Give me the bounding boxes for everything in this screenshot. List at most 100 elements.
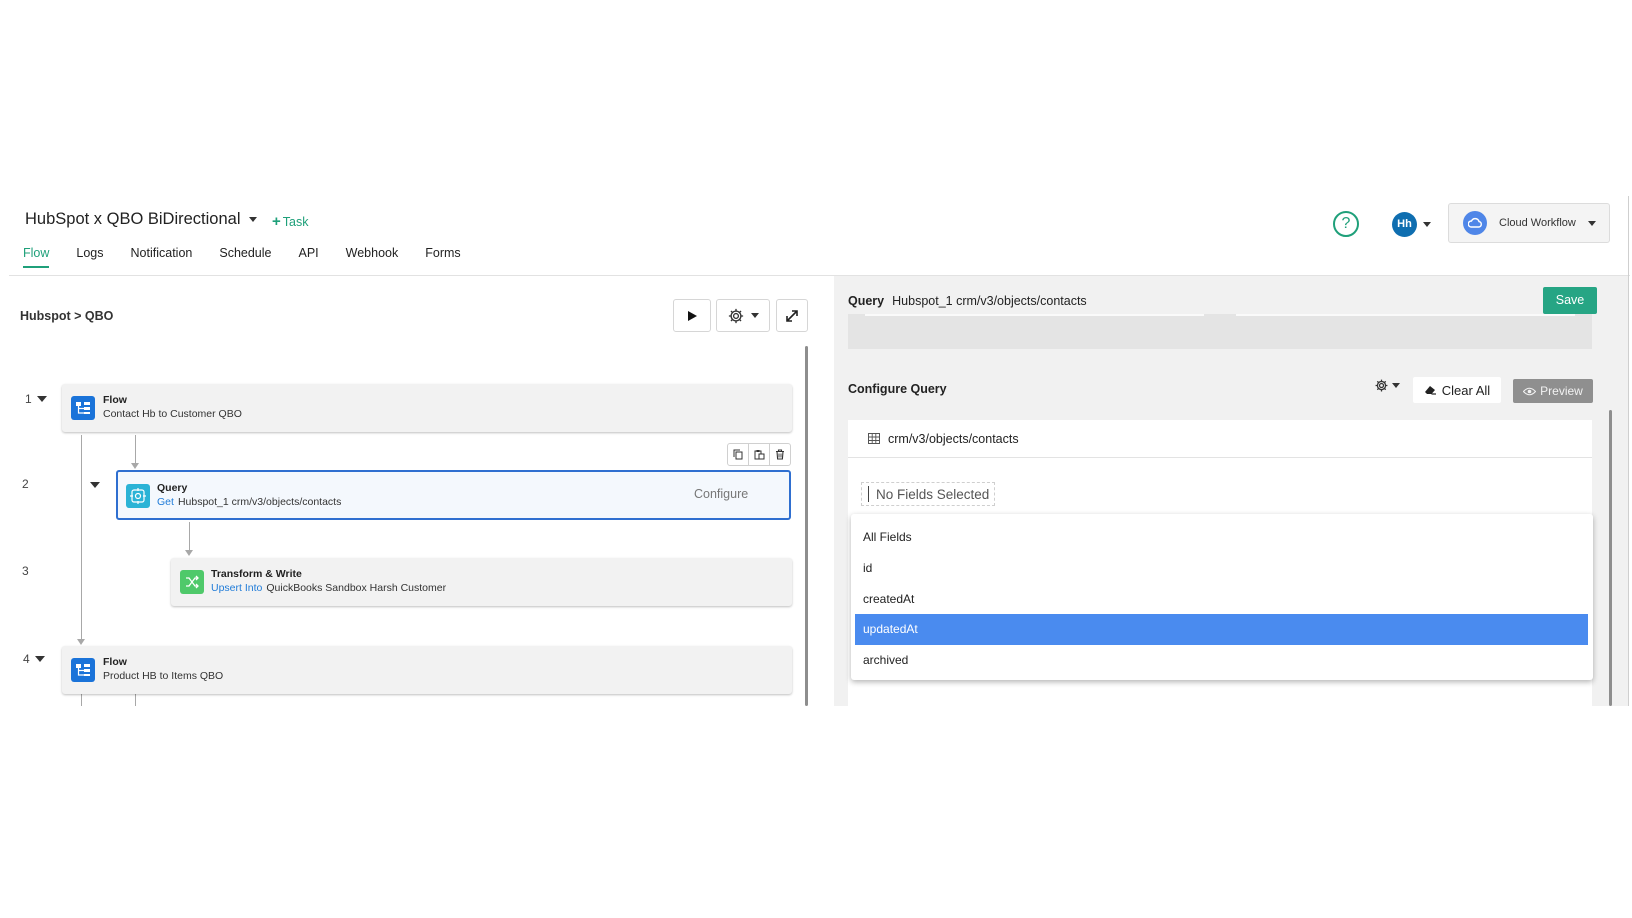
avatar: Hh: [1392, 212, 1417, 237]
collapse-caret-icon[interactable]: [90, 482, 100, 488]
preview-button[interactable]: Preview: [1513, 379, 1593, 403]
step-title: Query: [157, 482, 188, 494]
step-title: Flow: [103, 656, 127, 668]
chevron-down-icon: [1423, 222, 1431, 227]
step-verb: Upsert Into: [211, 582, 263, 594]
panel-path: Hubspot_1 crm/v3/objects/contacts: [892, 294, 1087, 308]
step-verb: Get: [157, 496, 174, 508]
eraser-icon: [1424, 386, 1436, 395]
cloud-icon: [1463, 211, 1487, 235]
user-menu[interactable]: Hh: [1392, 212, 1431, 237]
text-cursor: [868, 486, 869, 502]
tab-notification[interactable]: Notification: [131, 246, 193, 268]
tab-flow[interactable]: Flow: [23, 246, 50, 268]
field-underline: [865, 314, 1204, 316]
field-underline: [1236, 314, 1575, 316]
breadcrumb: Hubspot > QBO: [20, 309, 114, 323]
chevron-down-icon[interactable]: [248, 217, 257, 222]
panel-upper-fields: [848, 314, 1592, 349]
connector-arrow: [77, 639, 85, 645]
step-card-transform-3[interactable]: Transform & Write Upsert Into QuickBooks …: [171, 558, 792, 606]
step-title: Transform & Write: [211, 568, 302, 580]
step-card-flow-1[interactable]: Flow Contact Hb to Customer QBO: [62, 384, 792, 432]
step-title: Flow: [103, 394, 127, 406]
page-edge-divider: [1628, 196, 1629, 706]
flow-icon: [71, 658, 95, 682]
canvas-scrollbar[interactable]: [805, 346, 808, 706]
panel-header: Query Hubspot_1 crm/v3/objects/contacts: [848, 294, 1087, 308]
step-card-flow-4[interactable]: Flow Product HB to Items QBO: [62, 646, 792, 694]
shuffle-icon: [180, 570, 204, 594]
tab-logs[interactable]: Logs: [76, 246, 103, 268]
workspace-label: Cloud Workflow: [1499, 217, 1576, 229]
save-button[interactable]: Save: [1543, 287, 1597, 314]
plus-icon: +: [272, 213, 281, 230]
add-task-label: Task: [282, 215, 309, 229]
step-number-label: 2: [22, 477, 29, 491]
trash-icon: [776, 449, 784, 460]
table-icon: [868, 433, 880, 444]
connector-line: [135, 692, 136, 706]
step-number-label: 1: [25, 392, 32, 406]
preview-label: Preview: [1540, 384, 1583, 398]
clear-all-label: Clear All: [1441, 382, 1491, 398]
app-title[interactable]: HubSpot x QBO BiDirectional: [25, 210, 257, 229]
endpoint-row: crm/v3/objects/contacts: [848, 420, 1592, 458]
step-number-2: 2: [22, 477, 29, 491]
connector-arrow: [131, 463, 139, 469]
delete-button[interactable]: [770, 444, 790, 465]
expand-icon: [786, 309, 798, 322]
step-number-1: 1: [25, 392, 47, 406]
dropdown-option-archived[interactable]: archived: [855, 645, 1588, 676]
gear-icon: [1375, 379, 1388, 392]
query-settings-button[interactable]: [1374, 378, 1400, 393]
paste-button[interactable]: [749, 444, 770, 465]
paste-icon: [754, 450, 764, 460]
dropdown-option-id[interactable]: id: [855, 553, 1588, 584]
run-button[interactable]: [673, 299, 711, 332]
connector-line: [81, 692, 82, 706]
step-subtitle: QuickBooks Sandbox Harsh Customer: [266, 582, 447, 594]
panel-scrollbar[interactable]: [1609, 410, 1612, 706]
connector-line: [189, 522, 190, 552]
tab-bar: Flow Logs Notification Schedule API Webh…: [23, 246, 488, 268]
configure-link[interactable]: Configure: [694, 487, 748, 501]
step-card-query-2[interactable]: Query Get Hubspot_1 crm/v3/objects/contac…: [116, 470, 791, 520]
settings-button[interactable]: [716, 299, 770, 332]
endpoint-name: crm/v3/objects/contacts: [888, 431, 1019, 446]
play-icon: [688, 310, 697, 321]
clear-all-button[interactable]: Clear All: [1413, 377, 1501, 403]
chevron-down-icon: [1587, 220, 1596, 226]
step-number-4: 4: [23, 652, 45, 666]
fields-select-input[interactable]: No Fields Selected: [861, 482, 995, 506]
app-title-text: HubSpot x QBO BiDirectional: [25, 210, 241, 228]
expand-button[interactable]: [776, 299, 808, 332]
dropdown-option-createdat[interactable]: createdAt: [855, 584, 1588, 615]
step-number-label: 3: [22, 564, 29, 578]
step-subtitle: Product HB to Items QBO: [103, 670, 224, 682]
connector-line: [81, 435, 82, 642]
help-icon[interactable]: ?: [1333, 211, 1359, 237]
collapse-caret-icon[interactable]: [36, 396, 47, 402]
fields-placeholder: No Fields Selected: [876, 486, 990, 502]
tab-api[interactable]: API: [298, 246, 318, 268]
connector-arrow: [185, 550, 193, 556]
chevron-down-icon: [1392, 383, 1400, 388]
copy-button[interactable]: [728, 444, 749, 465]
tab-webhook[interactable]: Webhook: [346, 246, 399, 268]
dropdown-option-all-fields[interactable]: All Fields: [855, 522, 1588, 553]
step-number-label: 4: [23, 652, 30, 666]
dropdown-option-updatedat[interactable]: updatedAt: [855, 614, 1588, 645]
gear-icon: [728, 308, 744, 323]
collapse-caret-icon[interactable]: [34, 656, 45, 662]
eye-icon: [1523, 387, 1537, 395]
copy-icon: [733, 449, 743, 460]
section-title: Configure Query: [848, 382, 947, 396]
tab-forms[interactable]: Forms: [425, 246, 460, 268]
flow-icon: [71, 396, 95, 420]
add-task-link[interactable]: + Task: [272, 213, 308, 230]
tab-schedule[interactable]: Schedule: [219, 246, 271, 268]
workspace-switcher[interactable]: Cloud Workflow: [1448, 203, 1610, 243]
step-subtitle: Contact Hb to Customer QBO: [103, 408, 242, 420]
connector-line: [135, 435, 136, 465]
